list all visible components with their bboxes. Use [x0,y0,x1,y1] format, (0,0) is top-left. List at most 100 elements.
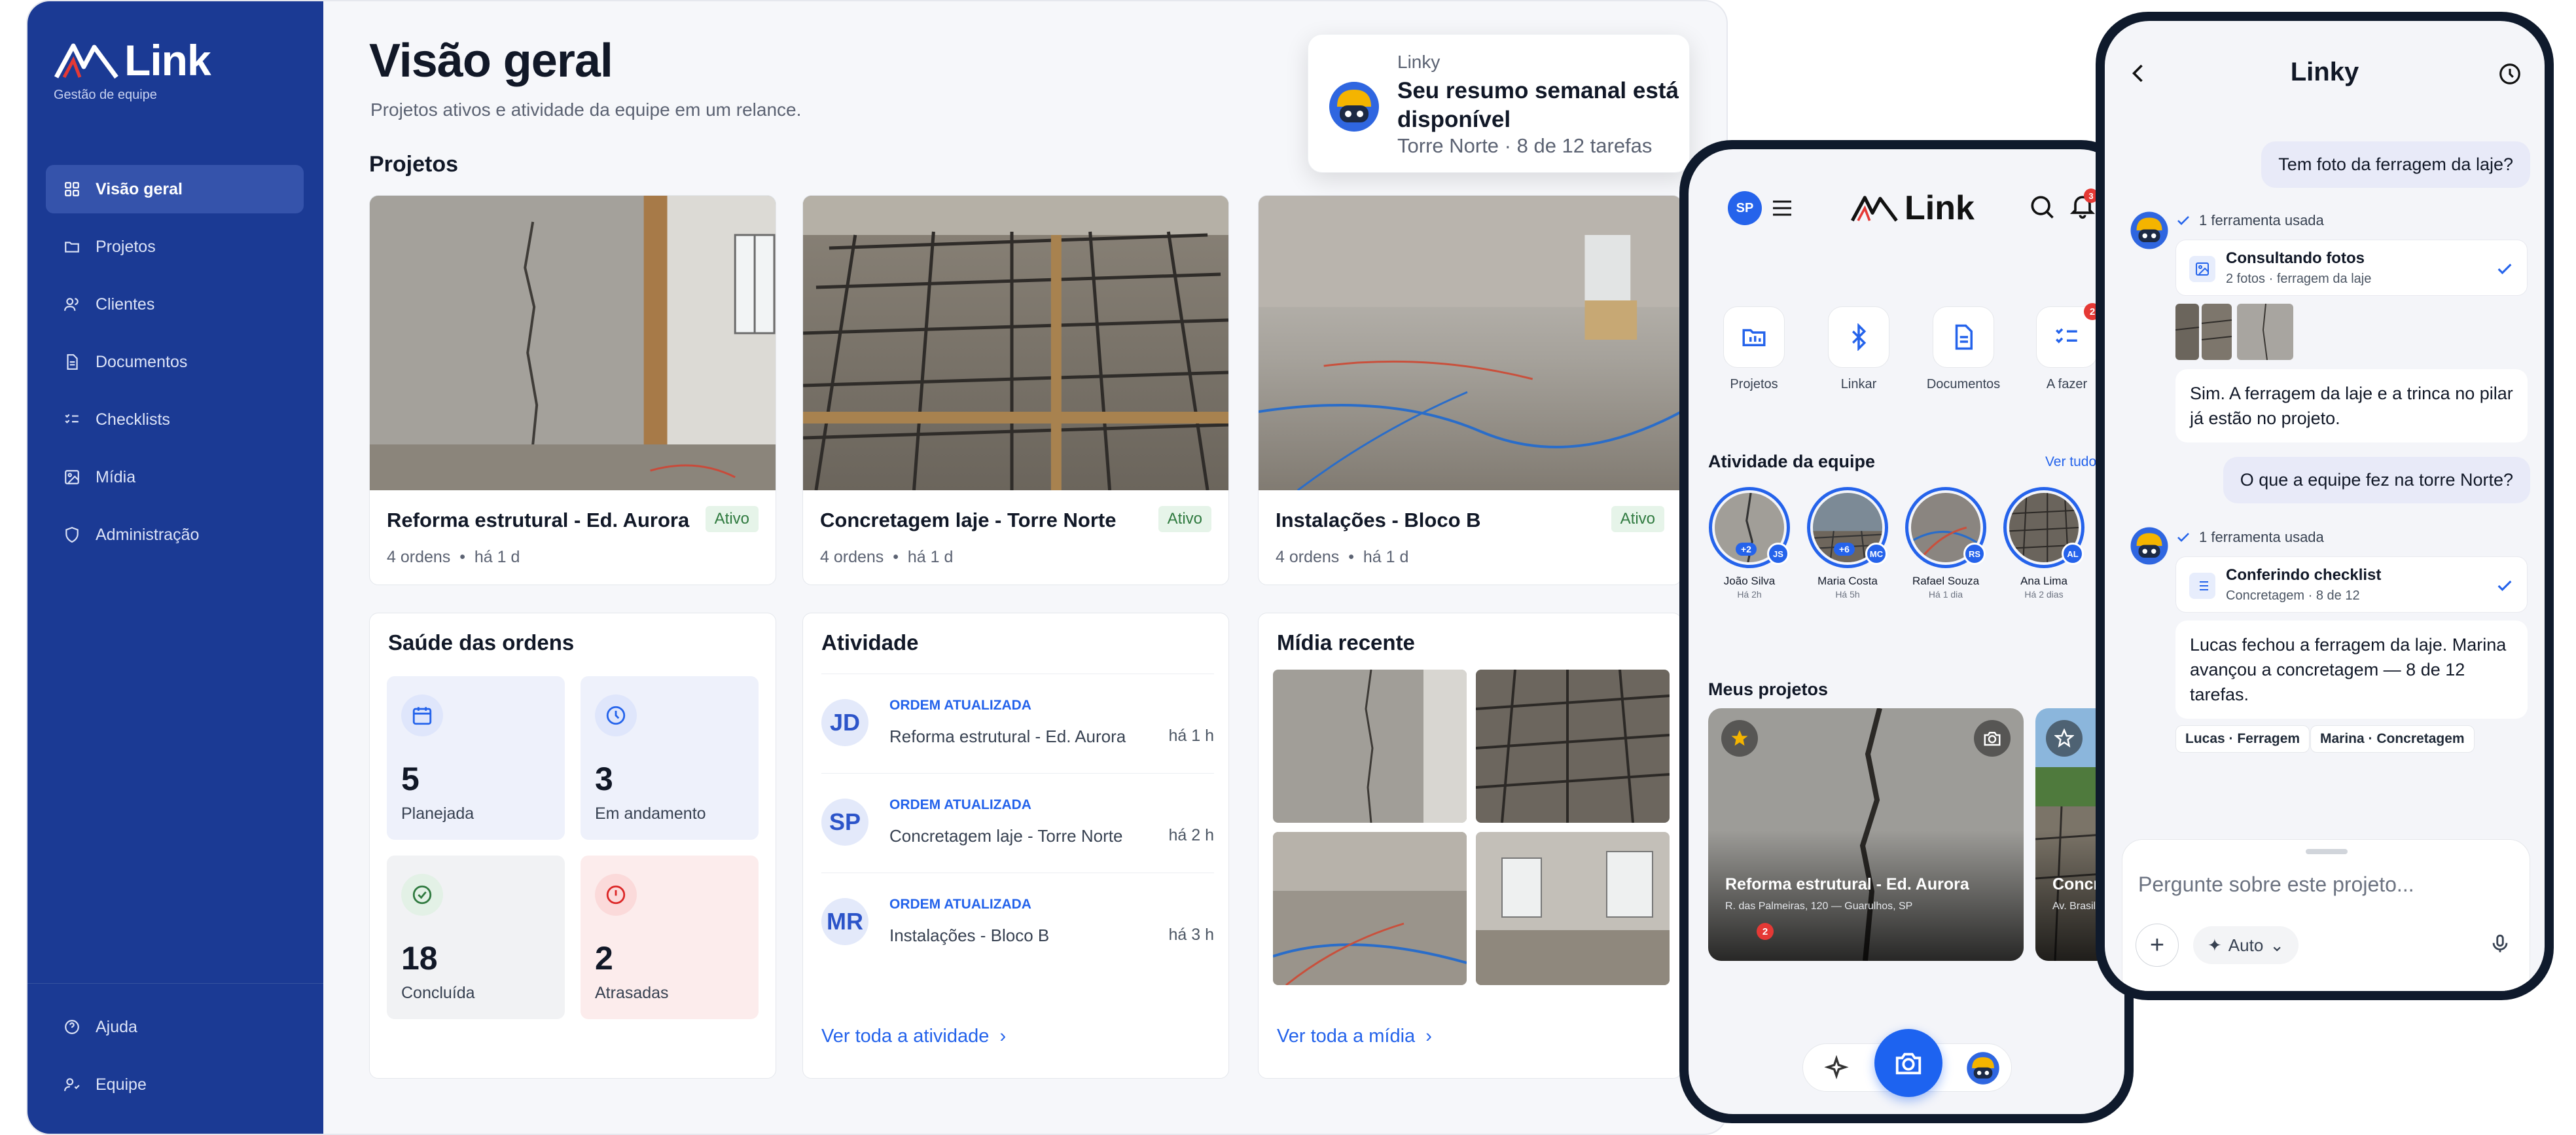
activity-item[interactable]: JD ORDEM ATUALIZADA Reforma estrutural -… [821,674,1214,772]
sparkle-icon[interactable] [1823,1055,1850,1081]
sidebar-item-visao-geral[interactable]: Visão geral [46,165,304,213]
avatar: SP [821,799,868,846]
chevron-right-icon: › [994,1026,1007,1047]
attach-button[interactable]: + [2136,924,2179,967]
avatar: JD [821,699,868,746]
sidebar-item-clientes[interactable]: Clientes [46,280,304,329]
brand-name: Link [124,36,211,84]
activity-text: Instalações - Bloco B [889,926,1050,945]
bottom-action-bar [1802,1029,2012,1097]
brand[interactable]: Link Gestão de equipe [54,35,211,103]
notification-title: Seu resumo semanal está disponível [1397,78,1679,132]
user-avatar[interactable]: SP [1728,191,1762,225]
quick-action-linkar[interactable]: Linkar [1813,306,1905,392]
drag-handle[interactable] [2306,849,2348,854]
sidebar-item-ajuda[interactable]: Ajuda [46,1003,304,1051]
history-icon[interactable] [2497,62,2522,86]
tool-used-indicator[interactable]: 1 ferramenta usada [2175,212,2324,229]
checklist-icon [2056,328,2077,344]
health-tile-em-andamento[interactable]: 3 Em andamento [581,676,759,840]
bot-message: Sim. A ferragem da laje e a trinca no pi… [2175,369,2528,442]
tile-label: Planejada [401,804,474,823]
alert-icon [595,874,637,916]
notification-sender: Linky [1397,52,1440,72]
folder-icon [63,238,81,256]
check-icon [2177,216,2189,225]
link-logo-icon [1851,196,1898,222]
user-message: O que a equipe fez na torre Norte? [2223,457,2530,503]
page-title: Visão geral [369,35,613,87]
team-story-joao-silva[interactable]: +2 JS João Silva Há 2h [1707,487,1792,600]
media-thumbnail[interactable] [1273,670,1467,823]
project-card[interactable]: Concretagem laje - Torre Norte Ativo 4 o… [802,195,1229,585]
team-story-ana-lima[interactable]: AL Ana Lima Há 2 dias [2001,487,2086,600]
my-project-card[interactable]: Reforma estrutural - Ed. Aurora R. das P… [1708,708,2024,961]
sidebar-item-label: Projetos [96,237,156,256]
quick-action-projetos[interactable]: Projetos [1708,306,1800,392]
tool-call-card[interactable]: Consultando fotos 2 fotos · ferragem da … [2175,240,2528,296]
media-thumbnail[interactable] [1476,832,1670,985]
notifications-button[interactable]: 3 [2068,189,2100,223]
activity-item[interactable]: MR ORDEM ATUALIZADA Instalações - Bloco … [821,873,1214,971]
sidebar-nav: Visão geral Projetos Clientes Documentos… [46,165,304,568]
team-story-rafael-souza[interactable]: RS Rafael Souza Há 1 dia [1903,487,1988,600]
project-address: R. das Palmeiras, 120 — Guarulhos, SP [1725,901,1913,912]
sidebar-item-documentos[interactable]: Documentos [46,338,304,386]
microphone-icon[interactable] [2489,933,2511,955]
sidebar-item-midia[interactable]: Mídia [46,453,304,501]
activity-item[interactable]: SP ORDEM ATUALIZADA Concretagem laje - T… [821,773,1214,871]
camera-button[interactable] [1974,720,2011,757]
see-all-activity-link[interactable]: Ver toda a atividade › [821,1026,1006,1047]
sidebar-item-checklists[interactable]: Checklists [46,395,304,444]
tool-call-card[interactable]: Conferindo checklist Concretagem · 8 de … [2175,556,2528,613]
sidebar-item-equipe[interactable]: Equipe [46,1060,304,1109]
chat-input[interactable]: Pergunte sobre este projeto... [2138,873,2414,897]
context-chip[interactable]: Marina · Concretagem [2310,725,2475,753]
card-title: Atividade [821,630,919,655]
tool-used-indicator[interactable]: 1 ferramenta usada [2175,529,2324,546]
sidebar-item-administracao[interactable]: Administração [46,511,304,559]
favorite-button[interactable] [2046,720,2083,757]
capture-button[interactable] [1874,1029,1942,1097]
brand-subtitle: Gestão de equipe [54,88,157,102]
project-card[interactable]: Instalações - Bloco B Ativo 4 ordens • h… [1258,195,1682,585]
sidebar-item-label: Mídia [96,467,136,486]
calendar-icon [401,694,443,736]
see-all-media-link[interactable]: Ver toda a mídia › [1277,1026,1432,1047]
team-story-maria-costa[interactable]: +6 MC Maria Costa Há 5h [1805,487,1890,600]
weekly-summary-notification[interactable]: Linky Seu resumo semanal está disponível… [1308,34,1690,173]
linky-bot-avatar-icon [2130,527,2168,565]
activity-time: há 1 h [1168,727,1214,745]
tile-value: 3 [595,761,613,797]
context-chip[interactable]: Lucas · Ferragem [2175,725,2310,753]
quick-action-documentos[interactable]: Documentos [1918,306,2009,392]
tile-value: 5 [401,761,420,797]
avatar: MR [821,898,868,945]
recent-media-card: Mídia recente Ver toda a mídia › [1258,613,1682,1079]
media-thumbnail[interactable] [1273,832,1467,985]
checklist-icon [63,410,81,429]
sidebar-item-label: Documentos [96,352,188,371]
project-card[interactable]: Reforma estrutural - Ed. Aurora Ativo 4 … [369,195,776,585]
health-tile-atrasadas[interactable]: 2 Atrasadas [581,856,759,1019]
sidebar-item-projetos[interactable]: Projetos [46,223,304,271]
document-icon [63,353,81,371]
health-tile-planejada[interactable]: 5 Planejada [387,676,565,840]
sidebar-bottom-nav: Ajuda Equipe [46,1003,304,1118]
project-meta: 4 ordens • há 1 d [387,548,520,566]
status-badge: Ativo [705,506,759,532]
linky-bot-avatar-icon[interactable] [1966,1051,2000,1085]
photo-results[interactable] [2175,303,2293,361]
chat-title: Linky [2290,58,2359,86]
search-icon[interactable] [2028,192,2056,221]
mode-selector[interactable]: ✦ Auto ⌄ [2193,926,2299,964]
camera-icon [1984,732,2001,746]
help-icon [63,1018,81,1036]
media-thumbnail[interactable] [1476,670,1670,823]
card-title: Saúde das ordens [388,630,575,655]
health-tile-concluida[interactable]: 18 Concluída [387,856,565,1019]
menu-icon[interactable] [1771,199,1793,217]
sidebar-item-label: Ajuda [96,1017,137,1036]
favorite-button[interactable] [1721,720,1758,757]
project-name: Reforma estrutural - Ed. Aurora [1725,875,1969,893]
